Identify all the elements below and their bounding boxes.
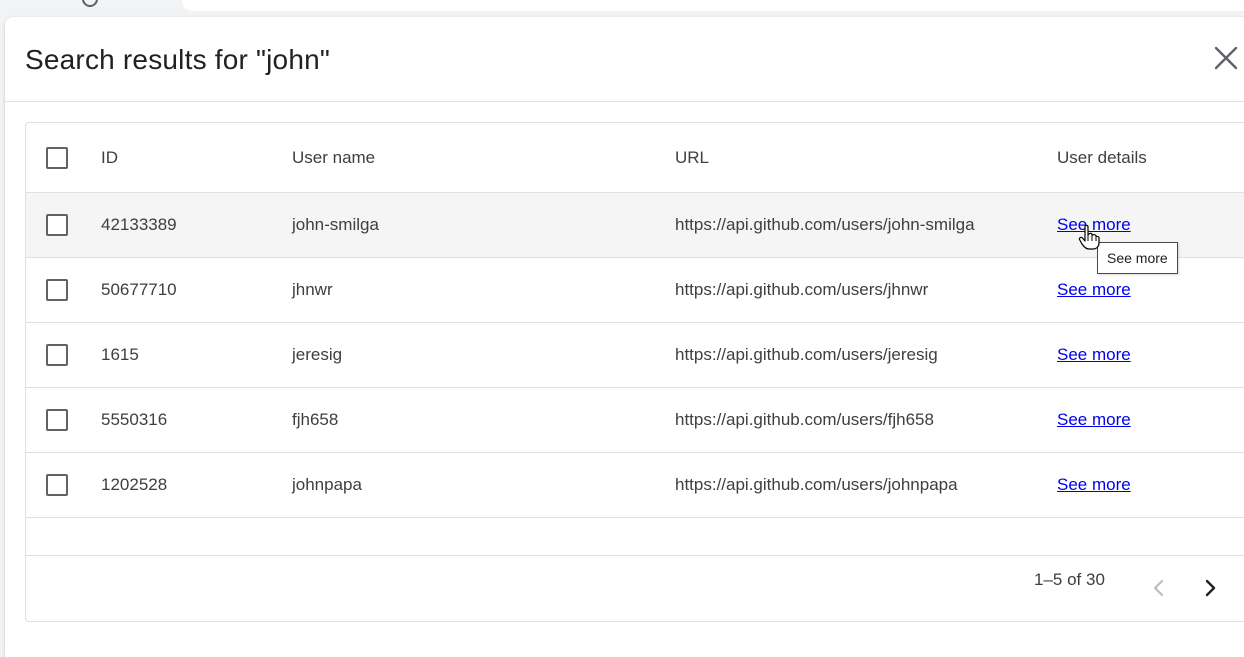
cell-username: johnpapa bbox=[292, 475, 362, 494]
column-header-url[interactable]: URL bbox=[675, 148, 709, 168]
cell-id: 5550316 bbox=[101, 410, 168, 429]
select-all-checkbox[interactable] bbox=[46, 147, 68, 169]
cell-username: jhnwr bbox=[292, 280, 333, 299]
cell-url: https://api.github.com/users/jhnwr bbox=[675, 280, 929, 299]
table-row[interactable]: 50677710 jhnwr https://api.github.com/us… bbox=[26, 258, 1244, 323]
table-row[interactable]: 1202528 johnpapa https://api.github.com/… bbox=[26, 453, 1244, 518]
cell-id: 42133389 bbox=[101, 215, 177, 234]
previous-page-button[interactable] bbox=[1147, 576, 1171, 600]
table-row[interactable]: 42133389 john-smilga https://api.github.… bbox=[26, 193, 1244, 258]
dialog-title: Search results for "john" bbox=[25, 44, 331, 75]
row-checkbox[interactable] bbox=[46, 474, 68, 496]
column-header-user-details[interactable]: User details bbox=[1057, 148, 1147, 168]
row-checkbox[interactable] bbox=[46, 409, 68, 431]
browser-chrome-strip bbox=[0, 0, 1244, 12]
cell-id: 1202528 bbox=[101, 475, 168, 494]
column-header-username[interactable]: User name bbox=[292, 148, 375, 168]
grid-header-row: ID User name URL User details bbox=[26, 123, 1244, 193]
cell-username: john-smilga bbox=[292, 215, 379, 234]
chevron-right-icon bbox=[1205, 579, 1216, 597]
table-row[interactable]: 1615 jeresig https://api.github.com/user… bbox=[26, 323, 1244, 388]
pagination-range: 1–5 of 30 bbox=[1034, 570, 1105, 589]
cell-id: 1615 bbox=[101, 345, 139, 364]
hand-cursor-icon bbox=[1078, 224, 1100, 250]
see-more-link[interactable]: See more bbox=[1057, 475, 1131, 495]
row-checkbox[interactable] bbox=[46, 344, 68, 366]
chevron-left-icon bbox=[1153, 579, 1164, 597]
cell-username: jeresig bbox=[292, 345, 343, 364]
next-page-button[interactable] bbox=[1198, 576, 1222, 600]
column-header-id[interactable]: ID bbox=[101, 148, 118, 168]
profile-icon[interactable] bbox=[82, 0, 98, 7]
row-checkbox[interactable] bbox=[46, 214, 68, 236]
cell-id: 50677710 bbox=[101, 280, 177, 299]
address-bar[interactable] bbox=[182, 0, 1244, 11]
see-more-link[interactable]: See more bbox=[1057, 280, 1131, 300]
close-icon bbox=[1214, 46, 1238, 70]
see-more-tooltip: See more bbox=[1097, 242, 1178, 274]
cell-url: https://api.github.com/users/john-smilga bbox=[675, 215, 975, 234]
table-row[interactable]: 5550316 fjh658 https://api.github.com/us… bbox=[26, 388, 1244, 453]
search-results-dialog: Search results for "john" ID User name U… bbox=[5, 17, 1244, 657]
results-grid: ID User name URL User details 42133389 j… bbox=[25, 122, 1244, 622]
see-more-link[interactable]: See more bbox=[1057, 345, 1131, 365]
see-more-link[interactable]: See more bbox=[1057, 410, 1131, 430]
cell-url: https://api.github.com/users/johnpapa bbox=[675, 475, 958, 494]
cell-url: https://api.github.com/users/fjh658 bbox=[675, 410, 934, 429]
grid-footer: 1–5 of 30 bbox=[26, 555, 1244, 621]
cell-url: https://api.github.com/users/jeresig bbox=[675, 345, 938, 364]
close-button[interactable] bbox=[1211, 43, 1241, 73]
row-checkbox[interactable] bbox=[46, 279, 68, 301]
cell-username: fjh658 bbox=[292, 410, 339, 429]
dialog-header: Search results for "john" bbox=[5, 17, 1244, 102]
